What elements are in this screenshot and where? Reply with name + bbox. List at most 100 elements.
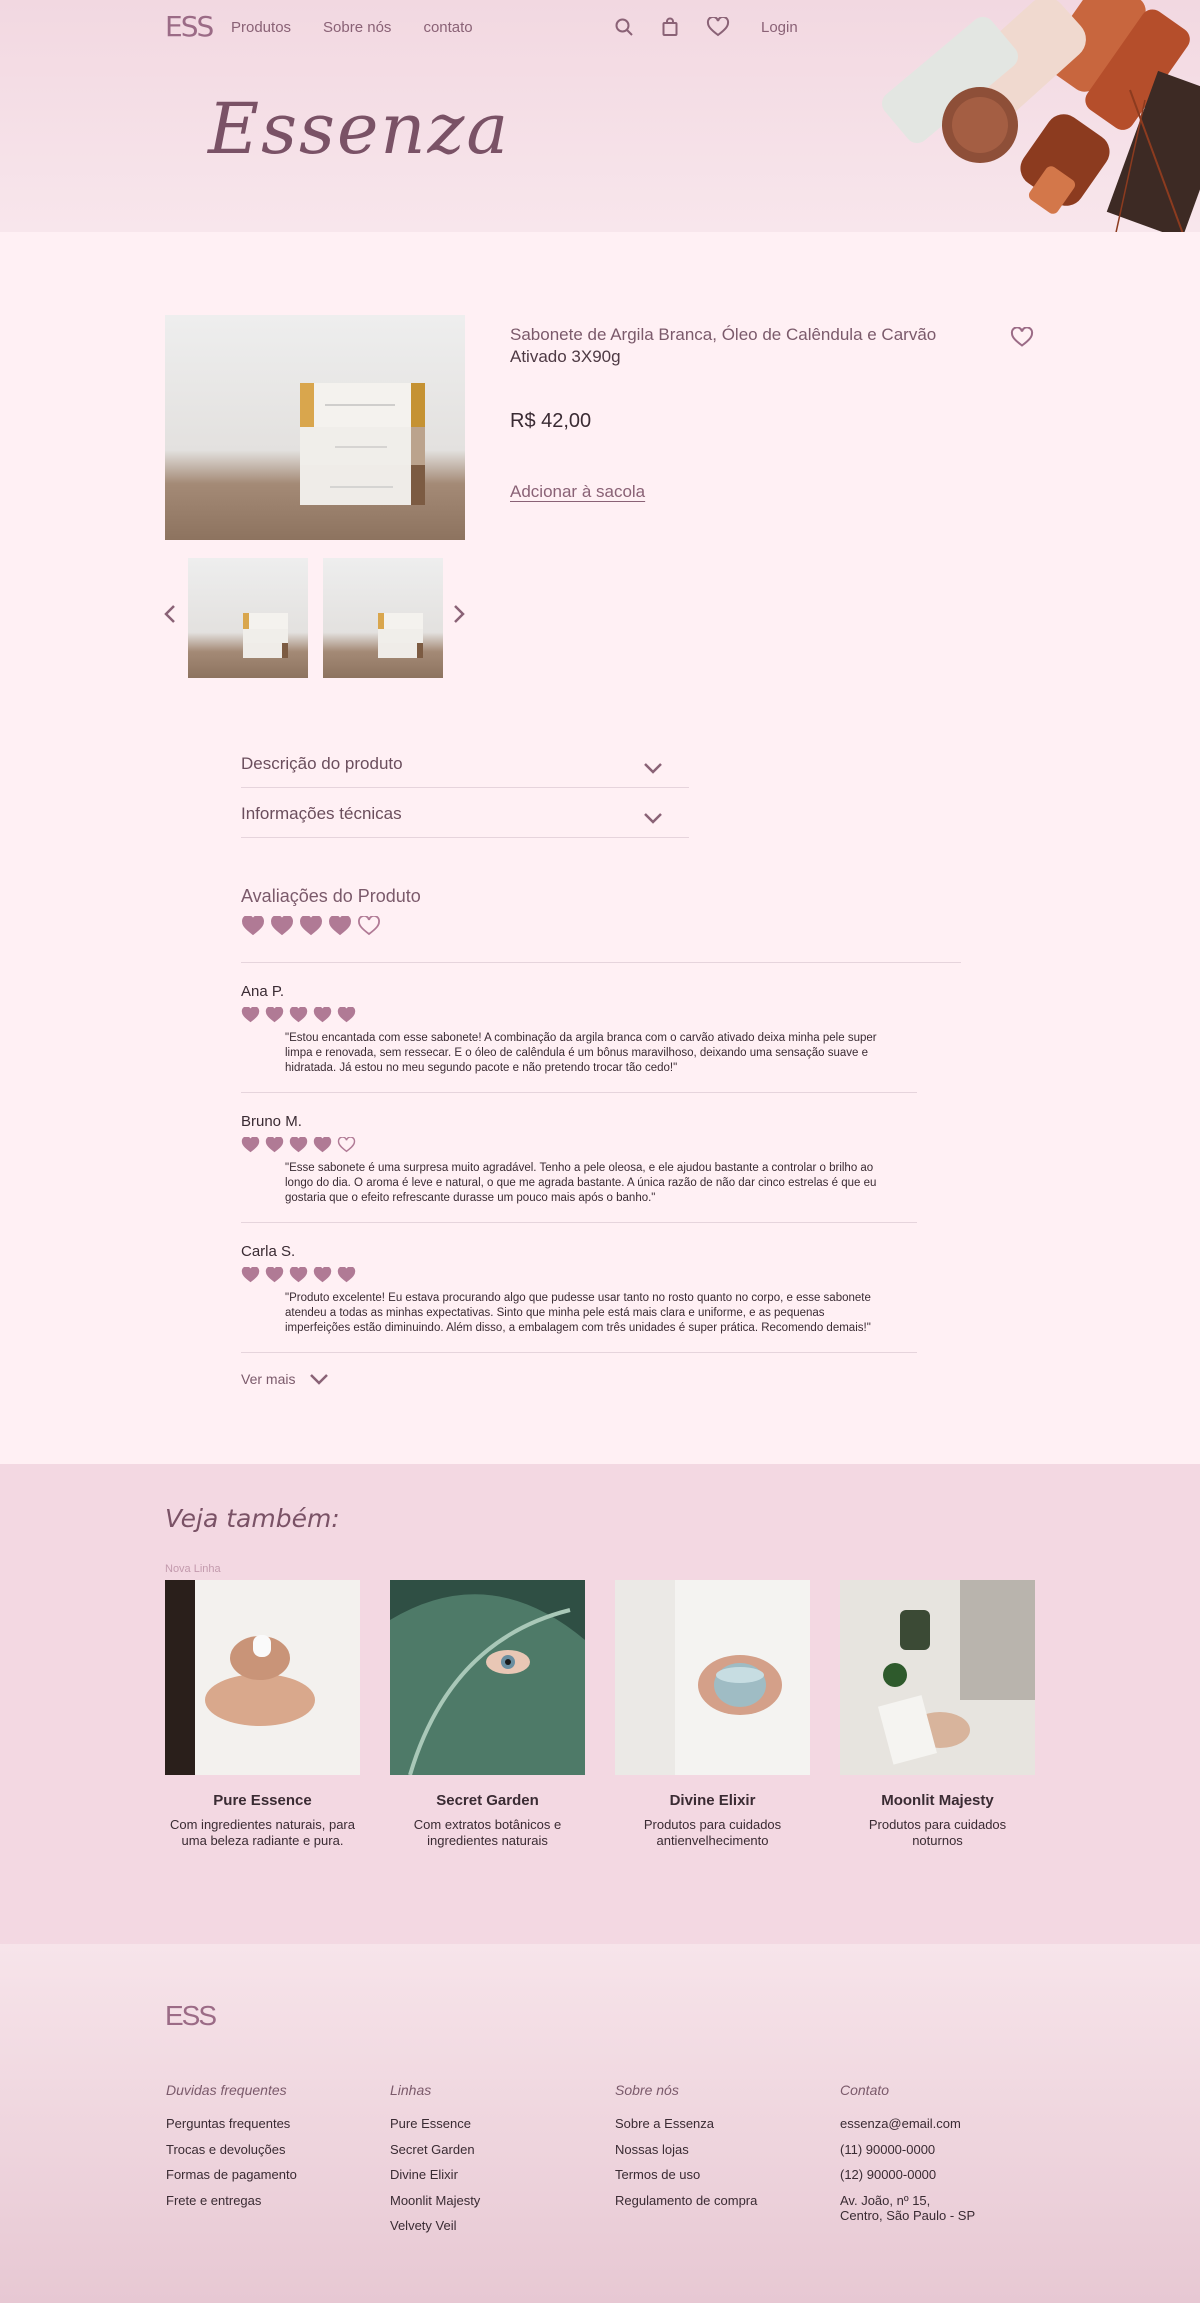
favorite-heart-icon[interactable] bbox=[1010, 327, 1034, 348]
thumb-next-arrow[interactable] bbox=[452, 604, 466, 630]
footer-link[interactable]: Divine Elixir bbox=[390, 2167, 600, 2183]
chevron-down-icon bbox=[644, 813, 662, 824]
nav-produtos[interactable]: Produtos bbox=[231, 19, 291, 36]
reviewer-name: Bruno M. bbox=[241, 1113, 302, 1130]
footer-link[interactable]: Frete e entregas bbox=[166, 2193, 376, 2209]
divider bbox=[241, 1352, 917, 1353]
login-link[interactable]: Login bbox=[761, 19, 798, 36]
footer-link[interactable]: Termos de uso bbox=[615, 2167, 825, 2183]
divider bbox=[241, 1092, 917, 1093]
heart-filled-icon bbox=[337, 1007, 356, 1023]
footer-link[interactable]: Perguntas frequentes bbox=[166, 2116, 376, 2132]
footer-link[interactable]: Moonlit Majesty bbox=[390, 2193, 600, 2209]
heart-icon[interactable] bbox=[706, 17, 730, 37]
reviewer-name: Ana P. bbox=[241, 983, 285, 1000]
card-title: Divine Elixir bbox=[669, 1792, 756, 1809]
footer-link[interactable]: Sobre a Essenza bbox=[615, 2116, 825, 2132]
heart-filled-icon bbox=[289, 1007, 308, 1023]
product-price: R$ 42,00 bbox=[510, 410, 592, 432]
footer-column-title: Contato bbox=[840, 2082, 890, 2098]
heart-filled-icon bbox=[313, 1007, 332, 1023]
product-card-pure-essence[interactable]: Pure Essence Com ingredientes naturais, … bbox=[165, 1580, 360, 1849]
heart-empty-icon bbox=[337, 1137, 356, 1153]
product-name: Sabonete de Argila Branca, Óleo de Calên… bbox=[510, 324, 980, 368]
card-title: Secret Garden bbox=[436, 1792, 539, 1809]
main-nav-links: Produtos Sobre nós contato bbox=[231, 19, 473, 36]
divider bbox=[241, 1222, 917, 1223]
footer-column-title: Sobre nós bbox=[615, 2082, 679, 2098]
footer-phone[interactable]: (12) 90000-0000 bbox=[840, 2167, 1050, 2183]
review-text: "Produto excelente! Eu estava procurando… bbox=[285, 1292, 871, 1334]
product-card-moonlit-majesty[interactable]: Moonlit Majesty Produtos para cuidados n… bbox=[840, 1580, 1035, 1849]
divider bbox=[241, 962, 961, 963]
nav-sobre-nos[interactable]: Sobre nós bbox=[323, 19, 391, 36]
footer-link[interactable]: Velvety Veil bbox=[390, 2218, 600, 2234]
card-image bbox=[390, 1580, 585, 1775]
heart-filled-icon bbox=[313, 1267, 332, 1283]
nav-contato[interactable]: contato bbox=[423, 19, 472, 36]
footer-link[interactable]: Secret Garden bbox=[390, 2142, 600, 2158]
footer-link[interactable]: Formas de pagamento bbox=[166, 2167, 376, 2183]
average-rating-hearts bbox=[241, 916, 381, 936]
see-more-label: Ver mais bbox=[241, 1371, 296, 1387]
footer-link[interactable]: Nossas lojas bbox=[615, 2142, 825, 2158]
footer-link[interactable]: Pure Essence bbox=[390, 2116, 600, 2132]
accordion-label: Descrição do produto bbox=[241, 754, 403, 773]
review-rating-hearts bbox=[241, 1007, 356, 1023]
search-icon[interactable] bbox=[614, 17, 634, 37]
see-more-button[interactable]: Ver mais bbox=[241, 1371, 329, 1387]
footer-column-linhas: Linhas Pure Essence Secret Garden Divine… bbox=[390, 2082, 600, 2244]
review-text: "Estou encantada com esse sabonete! A co… bbox=[285, 1032, 877, 1074]
add-to-bag-button[interactable]: Adcionar à sacola bbox=[510, 482, 645, 502]
brand-title: Essenza bbox=[208, 88, 511, 170]
heart-filled-icon bbox=[265, 1137, 284, 1153]
heart-filled-icon bbox=[241, 1007, 260, 1023]
heart-filled-icon bbox=[329, 916, 351, 936]
see-also-title: Veja também: bbox=[165, 1504, 340, 1533]
heart-filled-icon bbox=[241, 1267, 260, 1283]
footer-column-faq: Duvidas frequentes Perguntas frequentes … bbox=[166, 2082, 376, 2218]
review-rating-hearts bbox=[241, 1137, 356, 1153]
footer-logo[interactable]: ESS bbox=[165, 2000, 217, 2032]
footer-column-title: Duvidas frequentes bbox=[166, 2082, 287, 2098]
card-description: Com extratos botânicos e ingredientes na… bbox=[413, 1817, 562, 1848]
heart-filled-icon bbox=[313, 1137, 332, 1153]
review-text: "Esse sabonete é uma surpresa muito agra… bbox=[285, 1162, 877, 1204]
review-rating-hearts bbox=[241, 1267, 356, 1283]
product-thumbnail[interactable] bbox=[188, 558, 308, 678]
product-card-divine-elixir[interactable]: Divine Elixir Produtos para cuidados ant… bbox=[615, 1580, 810, 1849]
heart-empty-icon bbox=[358, 916, 380, 936]
accordion-label: Informações técnicas bbox=[241, 804, 402, 823]
reviewer-name: Carla S. bbox=[241, 1243, 296, 1260]
footer-email[interactable]: essenza@email.com bbox=[840, 2116, 1050, 2132]
footer-phone[interactable]: (11) 90000-0000 bbox=[840, 2142, 1050, 2158]
heart-filled-icon bbox=[265, 1267, 284, 1283]
footer-address: Av. João, nº 15, Centro, São Paulo - SP bbox=[840, 2192, 976, 2224]
heart-filled-icon bbox=[241, 1137, 260, 1153]
accordion-informacoes[interactable]: Informações técnicas bbox=[241, 804, 689, 838]
heart-filled-icon bbox=[289, 1267, 308, 1283]
thumb-prev-arrow[interactable] bbox=[163, 604, 177, 630]
product-thumbnail[interactable] bbox=[323, 558, 443, 678]
footer-link[interactable]: Trocas e devoluções bbox=[166, 2142, 376, 2158]
reviews-title: Avaliações do Produto bbox=[241, 886, 421, 906]
product-name-line1: Sabonete de Argila Branca, Óleo de Calên… bbox=[510, 325, 937, 344]
accordion-descricao[interactable]: Descrição do produto bbox=[241, 754, 689, 788]
card-image bbox=[840, 1580, 1035, 1775]
footer-column-title: Linhas bbox=[390, 2082, 432, 2098]
card-image bbox=[165, 1580, 360, 1775]
heart-filled-icon bbox=[271, 916, 293, 936]
shopping-bag-icon[interactable] bbox=[660, 17, 680, 37]
logo[interactable]: ESS bbox=[165, 12, 214, 42]
product-name-line2: Ativado 3X90g bbox=[510, 347, 621, 366]
footer-column-contato: Contato essenza@email.com (11) 90000-000… bbox=[840, 2082, 1050, 2234]
footer: ESS Duvidas frequentes Perguntas frequen… bbox=[0, 1944, 1200, 2303]
card-image bbox=[615, 1580, 810, 1775]
see-also-section: Veja também: Nova Linha Pure Essence Com… bbox=[0, 1464, 1200, 1944]
footer-link[interactable]: Regulamento de compra bbox=[615, 2193, 825, 2209]
card-description: Produtos para cuidados antienvelheciment… bbox=[643, 1817, 782, 1848]
heart-filled-icon bbox=[300, 916, 322, 936]
product-card-secret-garden[interactable]: Secret Garden Com extratos botânicos e i… bbox=[390, 1580, 585, 1849]
new-line-tag: Nova Linha bbox=[165, 1563, 221, 1575]
product-main-image bbox=[165, 315, 465, 540]
